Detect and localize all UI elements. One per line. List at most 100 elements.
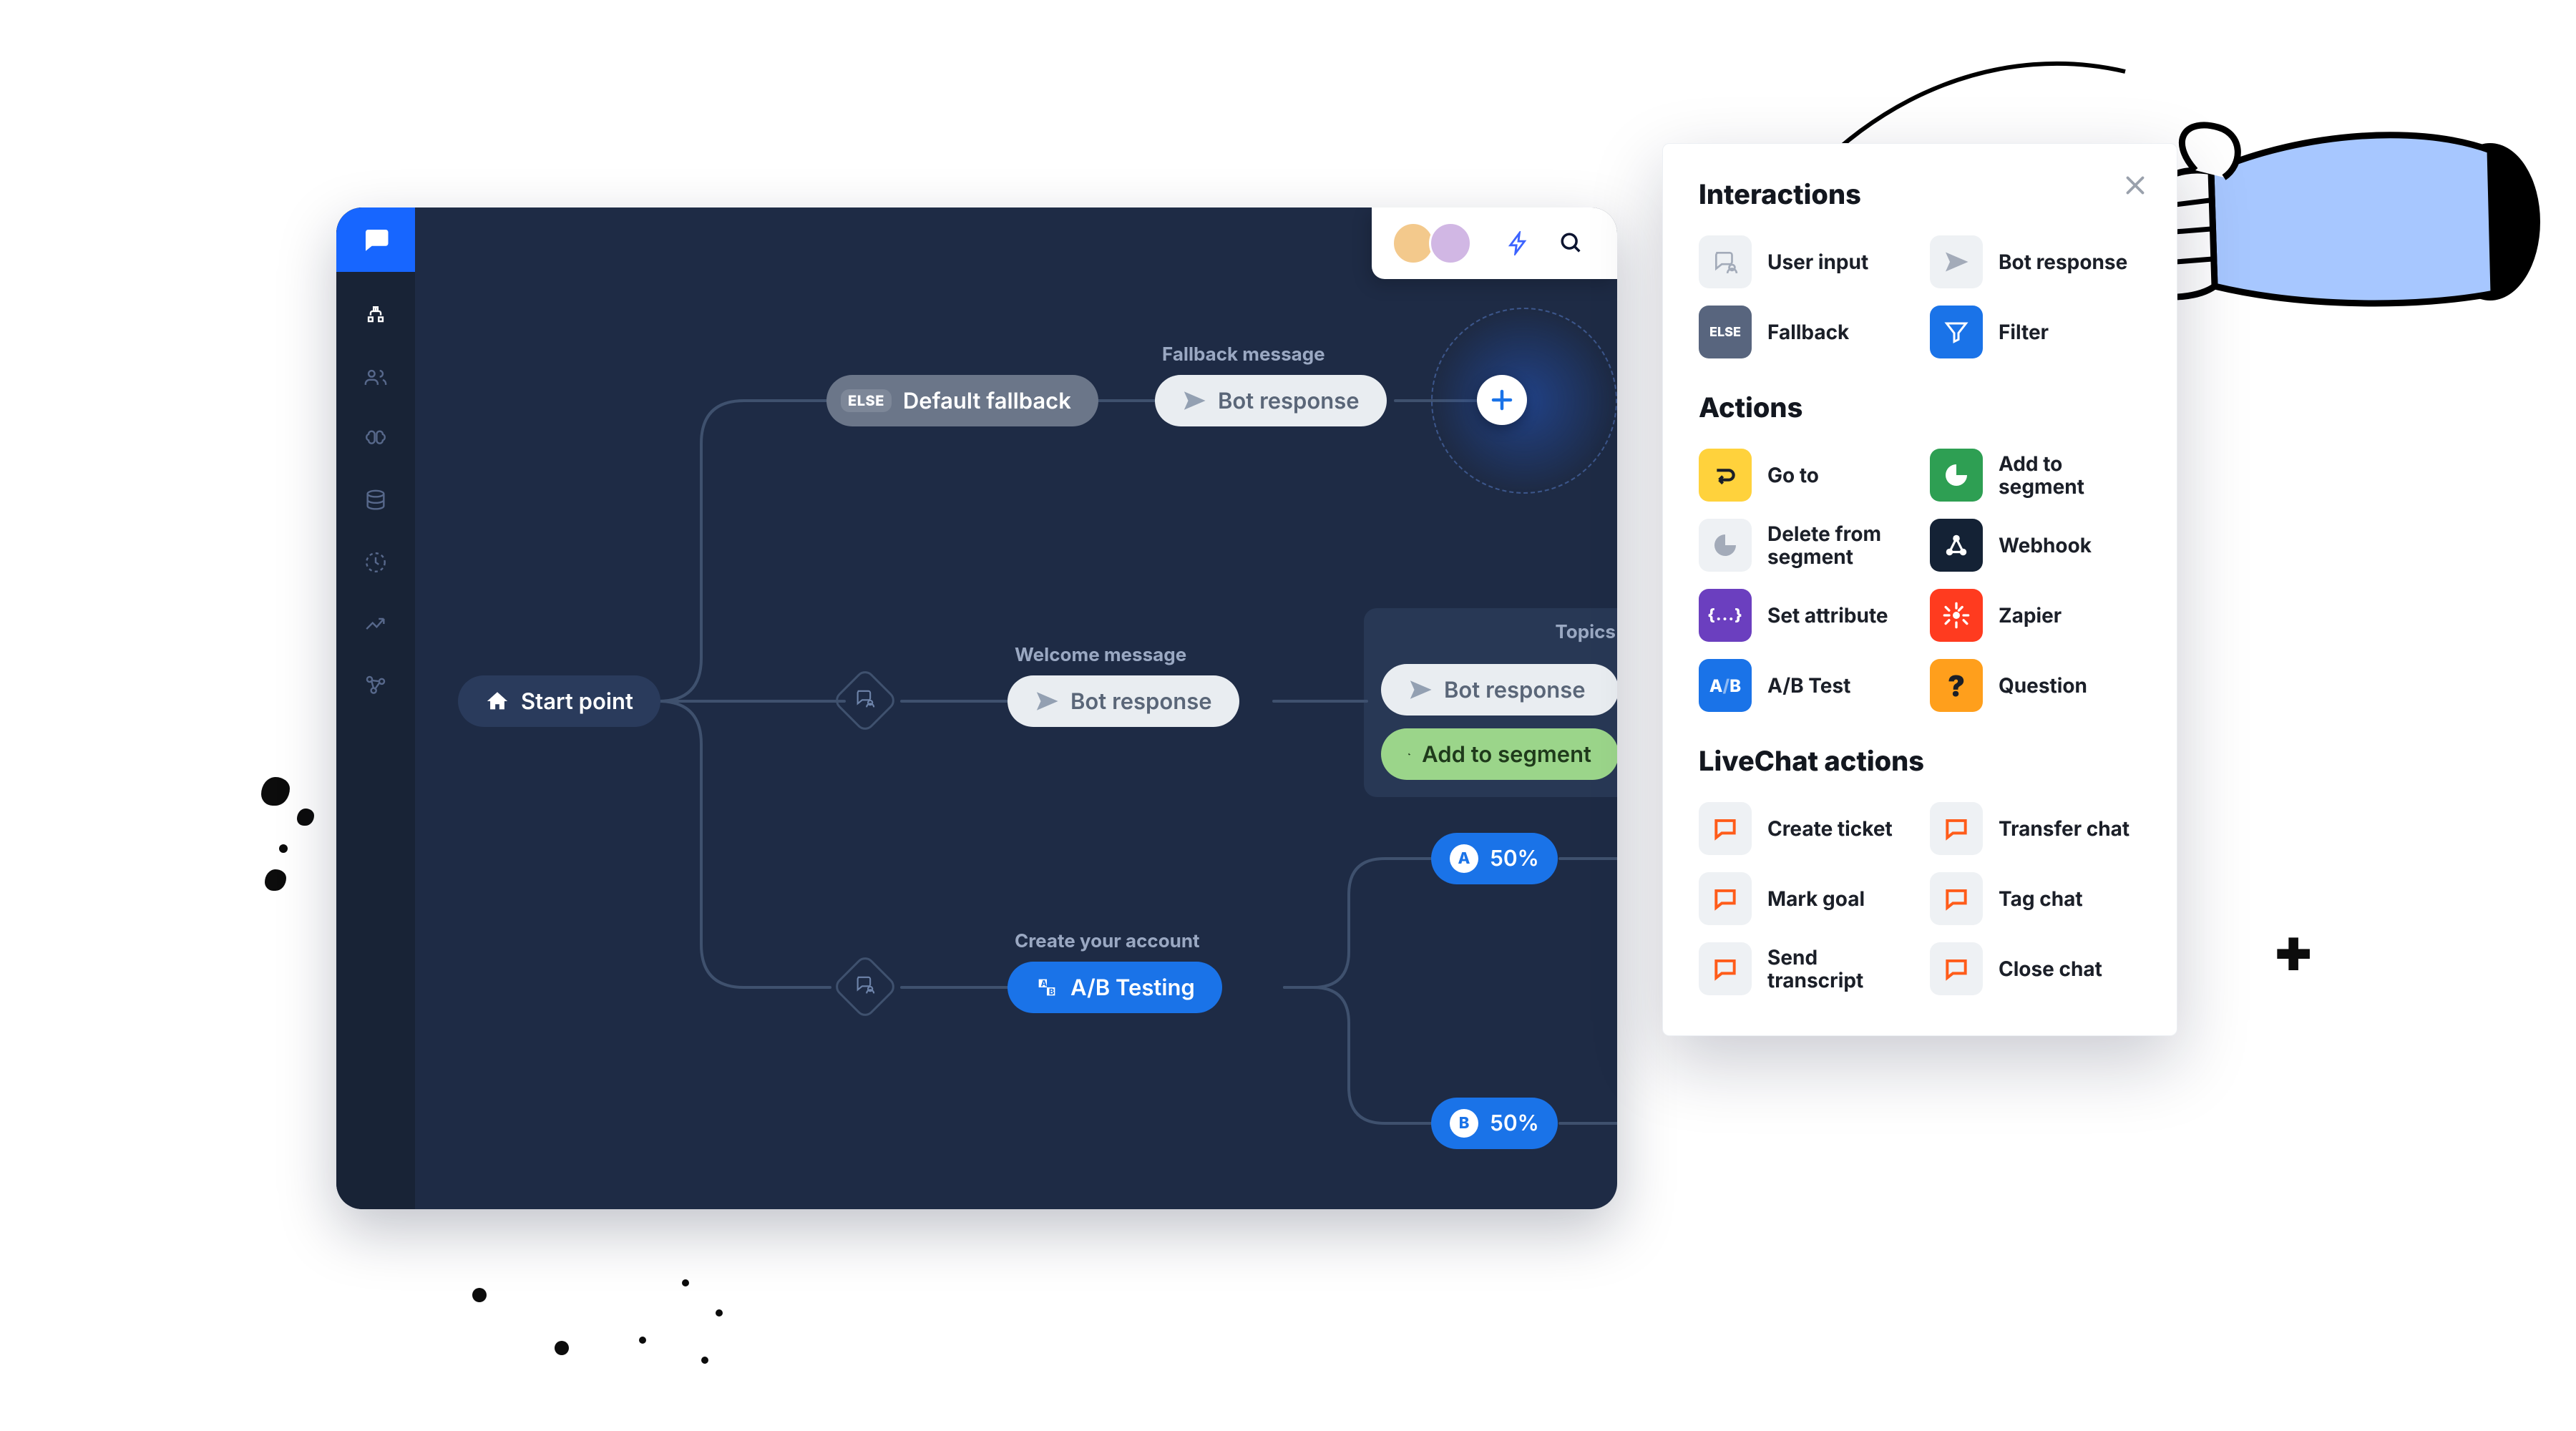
chat-icon <box>361 225 391 255</box>
decorative-dot <box>555 1341 569 1355</box>
webhook-icon <box>1930 519 1983 572</box>
node-default-fallback[interactable]: ELSE Default fallback <box>826 375 1098 426</box>
decorative-dot <box>639 1337 646 1344</box>
topbar <box>1372 207 1617 279</box>
sidebar <box>336 207 415 1209</box>
else-badge: ELSE <box>841 389 892 412</box>
search-button[interactable] <box>1551 223 1591 263</box>
node-label: Bot response <box>1218 388 1360 414</box>
decorative-blob <box>297 809 314 826</box>
database-icon <box>364 489 388 513</box>
tile-ab-test[interactable]: A/B A/B Test <box>1699 659 1910 712</box>
avatar[interactable] <box>1392 222 1435 265</box>
node-label: Bot response <box>1070 688 1212 715</box>
close-button[interactable] <box>2122 172 2148 201</box>
else-icon: ELSE <box>1699 306 1752 358</box>
tile-question[interactable]: ? Question <box>1930 659 2141 712</box>
users-icon <box>364 366 388 390</box>
node-ab-testing[interactable]: AB A/B Testing <box>1008 962 1222 1013</box>
tile-mark-goal[interactable]: Mark goal <box>1699 872 1910 925</box>
tile-transfer-chat[interactable]: Transfer chat <box>1930 802 2141 855</box>
section-title: LiveChat actions <box>1699 745 2141 778</box>
lightning-button[interactable] <box>1498 223 1538 263</box>
tile-label: User input <box>1767 250 1868 273</box>
node-bot-response-fallback[interactable]: Bot response <box>1155 375 1387 426</box>
segment-icon <box>1930 449 1983 502</box>
tile-set-attribute[interactable]: {...} Set attribute <box>1699 589 1910 642</box>
brand-mark[interactable] <box>336 207 415 272</box>
sidebar-item-flows[interactable] <box>358 299 393 333</box>
branch-letter: A <box>1450 844 1478 873</box>
tile-label: Question <box>1999 674 2087 697</box>
avatar[interactable] <box>1429 222 1472 265</box>
label-fallback: Fallback message <box>1162 343 1325 366</box>
node-bot-response-welcome[interactable]: Bot response <box>1008 675 1239 727</box>
branch-percent: 50% <box>1490 846 1539 871</box>
lc-icon <box>1930 942 1983 995</box>
svg-text:B: B <box>1049 987 1055 997</box>
decorative-dot <box>701 1357 708 1364</box>
chat-user-icon <box>854 974 876 1000</box>
tile-close-chat[interactable]: Close chat <box>1930 942 2141 995</box>
svg-text:A: A <box>1041 979 1048 989</box>
add-node-button[interactable] <box>1477 375 1527 425</box>
tile-webhook[interactable]: Webhook <box>1930 519 2141 572</box>
send-icon <box>1408 678 1433 702</box>
sidebar-item-history[interactable] <box>358 545 393 580</box>
node-bot-response-topics[interactable]: Bot response <box>1381 664 1617 716</box>
node-branch-b[interactable]: B 50% <box>1431 1098 1558 1149</box>
send-icon <box>1182 389 1206 413</box>
tile-add-segment[interactable]: Add to segment <box>1930 449 2141 502</box>
sidebar-item-users[interactable] <box>358 361 393 395</box>
send-icon <box>1930 235 1983 288</box>
tile-label: Create ticket <box>1767 817 1893 840</box>
flow-canvas[interactable]: Start point Fallback message ELSE Defaul… <box>415 207 1617 1209</box>
tile-label: Transfer chat <box>1999 817 2129 840</box>
goto-icon <box>1699 449 1752 502</box>
tile-fallback[interactable]: ELSE Fallback <box>1699 306 1910 358</box>
brain-icon <box>364 427 388 451</box>
tile-goto[interactable]: Go to <box>1699 449 1910 502</box>
segment-icon <box>1699 519 1752 572</box>
tile-label: Close chat <box>1999 957 2102 980</box>
node-label: Bot response <box>1444 677 1586 703</box>
tile-tag-chat[interactable]: Tag chat <box>1930 872 2141 925</box>
lc-icon <box>1930 872 1983 925</box>
tile-bot-response[interactable]: Bot response <box>1930 235 2141 288</box>
node-label: Add to segment <box>1422 741 1591 768</box>
node-add-to-segment[interactable]: Add to segment <box>1381 728 1617 780</box>
user-input-icon <box>1699 235 1752 288</box>
decorative-blob <box>265 869 286 891</box>
sidebar-item-data[interactable] <box>358 484 393 518</box>
sidebar-item-ai[interactable] <box>358 422 393 456</box>
branch-letter: B <box>1450 1109 1478 1138</box>
tile-filter[interactable]: Filter <box>1930 306 2141 358</box>
zapier-icon <box>1930 589 1983 642</box>
filter-icon <box>1930 306 1983 358</box>
sidebar-item-analytics[interactable] <box>358 607 393 641</box>
node-branch-a[interactable]: A 50% <box>1431 833 1558 884</box>
node-label: A/B Testing <box>1070 975 1195 1001</box>
node-label: Default fallback <box>903 388 1071 414</box>
tile-user-input[interactable]: User input <box>1699 235 1910 288</box>
tile-zapier[interactable]: Zapier <box>1930 589 2141 642</box>
search-icon <box>1559 231 1584 255</box>
topics-group[interactable]: Topics Bot response Add to segment <box>1364 608 1617 797</box>
tile-label: Filter <box>1999 321 2049 343</box>
node-start[interactable]: Start point <box>458 675 660 727</box>
tile-delete-segment[interactable]: Delete from segment <box>1699 519 1910 572</box>
sidebar-item-integrations[interactable] <box>358 668 393 703</box>
decorative-dot <box>716 1309 723 1317</box>
decorative-dot <box>682 1279 689 1286</box>
lc-icon <box>1930 802 1983 855</box>
tile-label: Bot response <box>1999 250 2127 273</box>
tile-label: Delete from segment <box>1767 522 1910 568</box>
decorative-dot <box>472 1288 487 1302</box>
tile-send-transcript[interactable]: Send transcript <box>1699 942 1910 995</box>
livechat-grid: Create ticket Transfer chat Mark goal Ta… <box>1699 802 2141 995</box>
lightning-icon <box>1506 231 1531 255</box>
label-welcome: Welcome message <box>1015 644 1186 666</box>
tile-create-ticket[interactable]: Create ticket <box>1699 802 1910 855</box>
close-icon <box>2122 172 2148 198</box>
ab-icon: A/B <box>1699 659 1752 712</box>
